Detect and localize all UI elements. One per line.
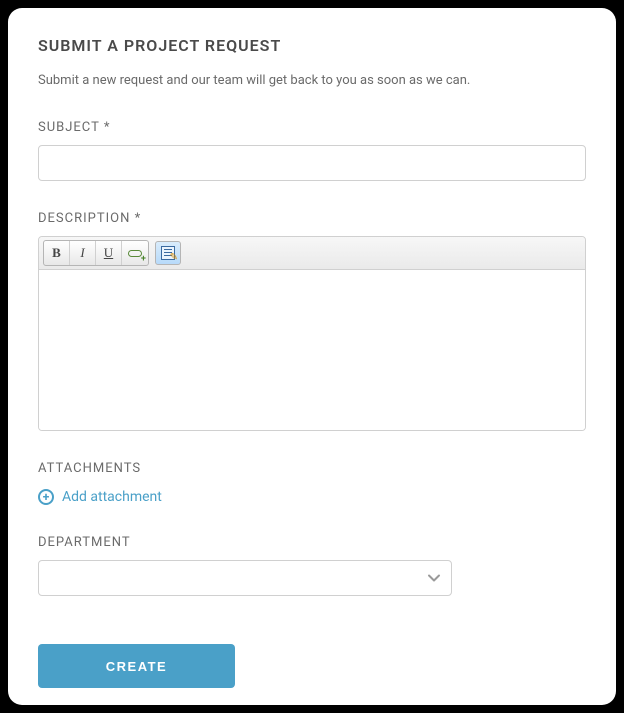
italic-button[interactable]: I — [70, 241, 96, 265]
description-section: DESCRIPTION * B I U — [38, 211, 586, 431]
link-button[interactable] — [122, 241, 148, 265]
underline-button[interactable]: U — [96, 241, 122, 265]
description-textarea[interactable] — [39, 270, 585, 430]
description-label: DESCRIPTION * — [38, 211, 586, 226]
subject-section: SUBJECT * — [38, 120, 586, 181]
description-editor: B I U — [38, 236, 586, 431]
department-select[interactable] — [38, 560, 452, 596]
format-group: B I U — [43, 240, 149, 266]
document-edit-icon — [161, 246, 175, 260]
add-attachment-label: Add attachment — [62, 489, 162, 505]
department-section: DEPARTMENT — [38, 535, 586, 596]
department-label: DEPARTMENT — [38, 535, 586, 550]
subject-label: SUBJECT * — [38, 120, 586, 135]
create-button[interactable]: CREATE — [38, 644, 235, 688]
bold-button[interactable]: B — [44, 241, 70, 265]
plus-circle-icon: + — [38, 489, 54, 505]
editor-toolbar: B I U — [39, 237, 585, 270]
subject-input[interactable] — [38, 145, 586, 181]
department-select-wrap — [38, 560, 452, 596]
page-title: SUBMIT A PROJECT REQUEST — [38, 36, 586, 55]
link-icon — [128, 250, 142, 257]
wysiwyg-toggle-button[interactable] — [155, 241, 181, 265]
attachments-section: ATTACHMENTS + Add attachment — [38, 461, 586, 505]
form-card: SUBMIT A PROJECT REQUEST Submit a new re… — [8, 8, 616, 705]
add-attachment-button[interactable]: + Add attachment — [38, 489, 162, 505]
intro-text: Submit a new request and our team will g… — [38, 73, 586, 88]
attachments-label: ATTACHMENTS — [38, 461, 586, 476]
